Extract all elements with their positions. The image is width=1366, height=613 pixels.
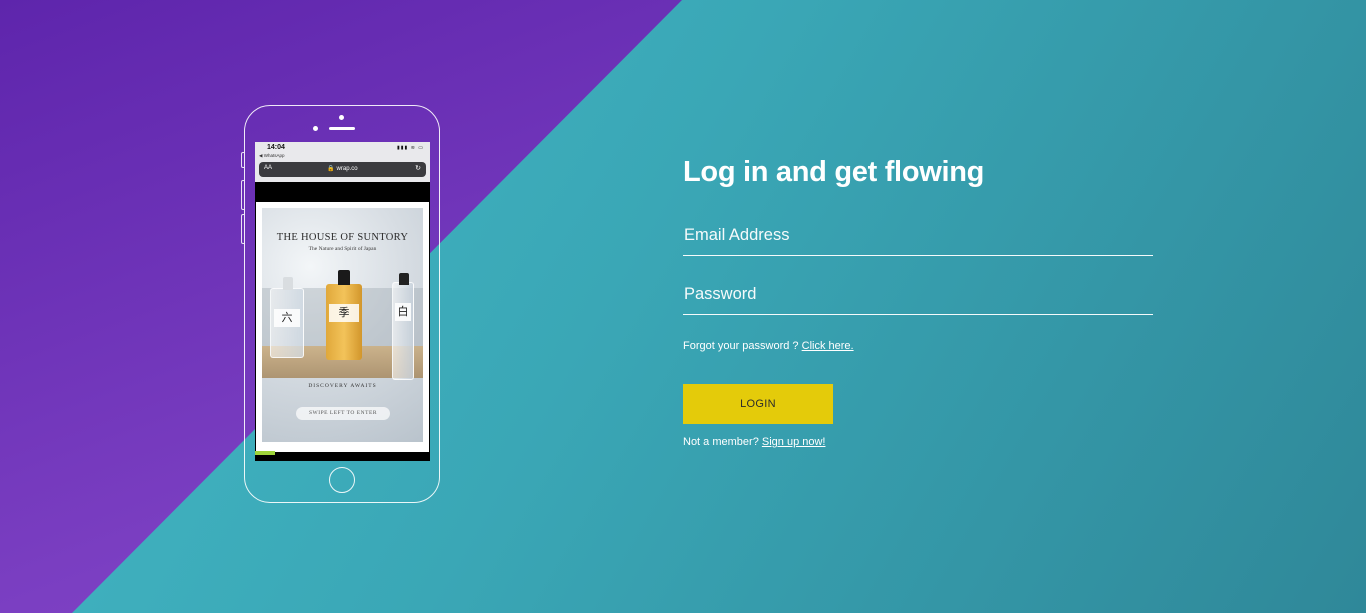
phone-status-bar: 14:04 ◀ WhatsApp ▮▮▮ ≋ ▭ AA 🔒 wrap.co ↻ bbox=[255, 142, 430, 182]
status-back-link: ◀ WhatsApp bbox=[259, 153, 285, 158]
forgot-password-link[interactable]: Click here. bbox=[802, 340, 854, 352]
bottle-neck bbox=[283, 277, 293, 290]
email-field-wrapper bbox=[683, 216, 1153, 256]
url-text: 🔒 wrap.co bbox=[327, 166, 358, 172]
reload-icon: ↻ bbox=[415, 165, 421, 172]
progress-strip bbox=[255, 451, 275, 455]
signup-text: Not a member? bbox=[683, 436, 762, 448]
password-field-wrapper bbox=[683, 275, 1153, 315]
login-button[interactable]: LOGIN bbox=[683, 384, 833, 424]
phone-side-button bbox=[241, 180, 244, 210]
ad-discover-text: DISCOVERY AWAITS bbox=[308, 383, 377, 389]
roku-gin-bottle: 六 bbox=[270, 277, 304, 358]
browser-url-bar: AA 🔒 wrap.co ↻ bbox=[259, 162, 426, 177]
password-field[interactable] bbox=[683, 275, 1153, 314]
phone-side-button bbox=[241, 214, 244, 244]
phone-side-button bbox=[241, 152, 244, 168]
bottle-label: 白 bbox=[395, 303, 411, 321]
forgot-password-row: Forgot your password ? Click here. bbox=[683, 340, 854, 352]
email-field[interactable] bbox=[683, 216, 1153, 255]
ad-swipe-button: SWIPE LEFT TO ENTER bbox=[296, 407, 390, 420]
bottle-neck bbox=[338, 270, 350, 285]
phone-camera bbox=[339, 115, 344, 120]
haku-vodka-bottle: 白 bbox=[392, 273, 414, 380]
status-time: 14:04 bbox=[267, 144, 285, 151]
ad-title: THE HOUSE OF SUNTORY bbox=[276, 232, 409, 243]
signup-row: Not a member? Sign up now! bbox=[683, 436, 825, 448]
phone-screen: 14:04 ◀ WhatsApp ▮▮▮ ≋ ▭ AA 🔒 wrap.co ↻ … bbox=[255, 142, 430, 461]
forgot-password-text: Forgot your password ? bbox=[683, 340, 802, 352]
ad-frame: THE HOUSE OF SUNTORY The Nature and Spir… bbox=[256, 202, 429, 452]
phone-home-button bbox=[329, 467, 355, 493]
status-icons: ▮▮▮ ≋ ▭ bbox=[397, 145, 424, 151]
toki-whisky-bottle: 季 bbox=[326, 270, 362, 360]
signup-link[interactable]: Sign up now! bbox=[762, 436, 826, 448]
bottle-neck bbox=[399, 273, 409, 285]
bottle-label: 季 bbox=[329, 304, 359, 322]
phone-speaker bbox=[329, 127, 355, 130]
suntory-ad: THE HOUSE OF SUNTORY The Nature and Spir… bbox=[262, 208, 423, 442]
page-title: Log in and get flowing bbox=[683, 156, 985, 188]
phone-sensor bbox=[313, 126, 318, 131]
phone-illustration: 14:04 ◀ WhatsApp ▮▮▮ ≋ ▭ AA 🔒 wrap.co ↻ … bbox=[241, 105, 440, 503]
bottle-label: 六 bbox=[274, 309, 300, 327]
ad-subtitle: The Nature and Spirit of Japan bbox=[308, 246, 377, 252]
